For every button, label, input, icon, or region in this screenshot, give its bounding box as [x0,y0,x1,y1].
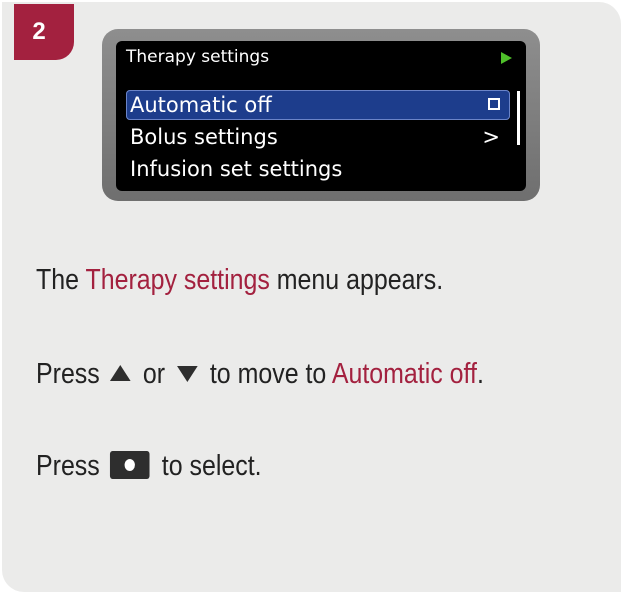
device-screen: Therapy settings Automatic off Bolus set… [116,41,526,191]
menu-item-label: Bolus settings [130,125,278,149]
menu-item-label: Infusion set settings [130,157,343,181]
menu-item-infusion-set-settings[interactable]: Infusion set settings [126,154,510,184]
instruction-line-menu-appears: The Therapy settings menu appears. [36,264,444,296]
select-key-icon [110,451,150,480]
step-number-badge: 2 [14,4,74,60]
device-display-frame: Therapy settings Automatic off Bolus set… [102,29,540,201]
menu-item-bolus-settings[interactable]: Bolus settings > [126,122,510,152]
instruction-line-select: Press to select. [36,450,262,482]
highlight-therapy-settings: Therapy settings [85,264,270,296]
instruction-card: 2 Therapy settings Automatic off Bolus s… [2,2,621,592]
screen-title: Therapy settings [126,47,270,67]
menu-item-automatic-off[interactable]: Automatic off [126,90,510,120]
scrollbar[interactable] [517,91,520,145]
up-arrow-icon [110,365,131,382]
down-arrow-icon [177,366,198,383]
chevron-right-icon: > [482,125,500,149]
checkbox-icon [488,98,500,110]
play-icon [501,52,512,64]
instruction-line-navigate: Press or to move to Automatic off. [36,358,484,390]
menu-item-label: Automatic off [130,93,272,117]
highlight-automatic-off: Automatic off [331,358,477,390]
